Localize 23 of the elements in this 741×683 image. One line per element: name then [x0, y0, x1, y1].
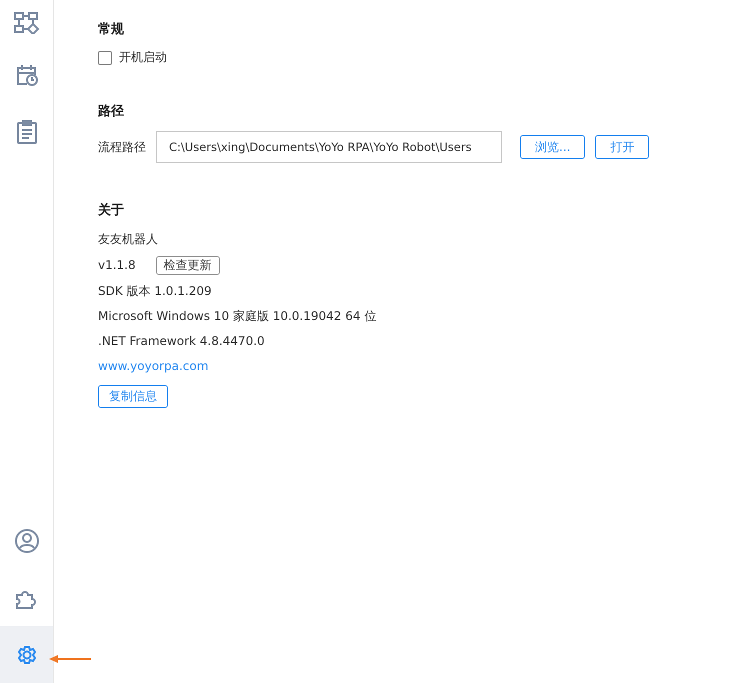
path-button[interactable]: 打开 [595, 135, 650, 159]
check-update-button[interactable]: 检查更新 [156, 256, 220, 275]
checkbox[interactable] [98, 50, 112, 64]
sidebar-item[interactable] [0, 626, 53, 683]
website-link[interactable]: www.yoyorpa.com [98, 359, 208, 373]
copy-info-button[interactable]: 复制信息 [98, 385, 168, 408]
app-name: 友友机器人 [98, 231, 159, 248]
section-title: 关于 [98, 202, 125, 219]
sdk-version: SDK 版本 1.0.1.209 [98, 283, 213, 300]
section-title: 常规 [98, 21, 125, 38]
user-icon [14, 528, 38, 552]
os-version: Microsoft Windows 10 家庭版 10.0.19042 64 位 [98, 308, 378, 325]
framework-version: .NET Framework 4.8.4470.0 [98, 333, 266, 350]
clipboard-icon [16, 120, 38, 144]
field-label: 流程路径 [98, 138, 146, 156]
path-button[interactable]: 浏览... [520, 135, 586, 159]
version-text: v1.1.8 [98, 257, 136, 274]
section-title: 路径 [98, 103, 125, 120]
calendar-clock-icon [14, 62, 38, 86]
flowchart-icon [14, 12, 40, 34]
annotation-arrow [49, 654, 91, 664]
checkbox-label: 开机启动 [119, 49, 167, 66]
path-field[interactable]: C:\Users\xing\Documents\YoYo RPA\YoYo Robot\Users [156, 131, 502, 163]
